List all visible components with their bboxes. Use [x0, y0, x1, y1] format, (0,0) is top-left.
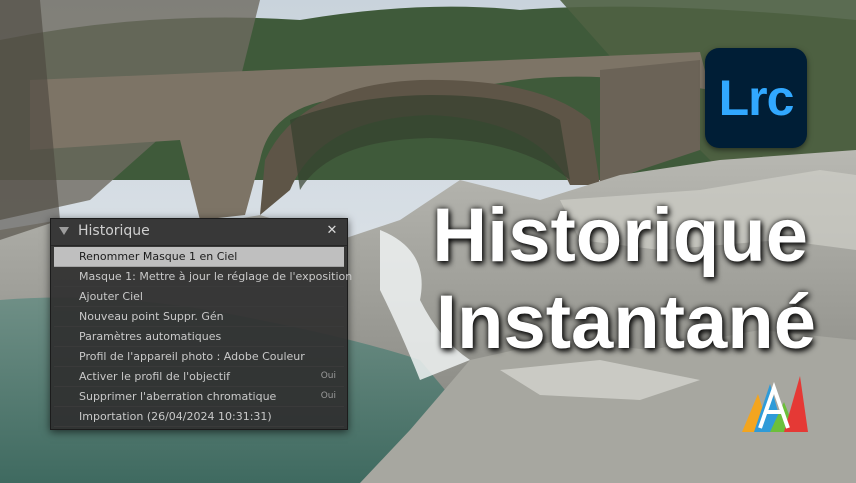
history-item-value: Oui [320, 371, 336, 381]
history-item[interactable]: Renommer Masque 1 en Ciel [54, 247, 344, 267]
history-item-label: Ajouter Ciel [79, 290, 143, 303]
history-item[interactable]: Masque 1: Mettre à jour le réglage de l'… [54, 267, 352, 287]
history-panel-title: Historique [78, 223, 150, 239]
history-item-label: Paramètres automatiques [79, 330, 222, 343]
history-item-label: Renommer Masque 1 en Ciel [79, 250, 238, 263]
history-item-label: Masque 1: Mettre à jour le réglage de l'… [79, 270, 353, 283]
site-logo-icon [740, 372, 810, 434]
history-panel: Historique ✕ Renommer Masque 1 en Ciel M… [50, 218, 352, 430]
history-item-value: Oui [320, 391, 336, 401]
history-item[interactable]: Ajouter Ciel [54, 287, 344, 307]
lightroom-classic-logo: Lrc [705, 48, 807, 148]
history-item[interactable]: Profil de l'appareil photo : Adobe Coule… [54, 347, 344, 367]
history-item-label: Profil de l'appareil photo : Adobe Coule… [79, 350, 305, 363]
history-item-label: Importation (26/04/2024 10:31:31) [79, 410, 272, 423]
history-list: Renommer Masque 1 en Ciel Masque 1: Mett… [54, 247, 352, 427]
history-item[interactable]: Nouveau point Suppr. Gén [54, 307, 344, 327]
close-icon[interactable]: ✕ [325, 224, 339, 238]
history-item[interactable]: Supprimer l'aberration chromatique Oui [54, 387, 344, 407]
lrc-logo-text: Lrc [718, 70, 795, 126]
headline-line-1: Historique [432, 193, 808, 278]
history-panel-header[interactable]: Historique ✕ [51, 219, 347, 246]
history-item-label: Activer le profil de l'objectif [79, 370, 230, 383]
headline-line-2: Instantané [435, 280, 816, 365]
triangle-down-icon[interactable] [59, 227, 69, 235]
history-item[interactable]: Activer le profil de l'objectif Oui [54, 367, 344, 387]
history-item[interactable]: Importation (26/04/2024 10:31:31) [54, 407, 344, 427]
history-item[interactable]: Paramètres automatiques [54, 327, 344, 347]
history-item-label: Nouveau point Suppr. Gén [79, 310, 224, 323]
history-item-label: Supprimer l'aberration chromatique [79, 390, 277, 403]
